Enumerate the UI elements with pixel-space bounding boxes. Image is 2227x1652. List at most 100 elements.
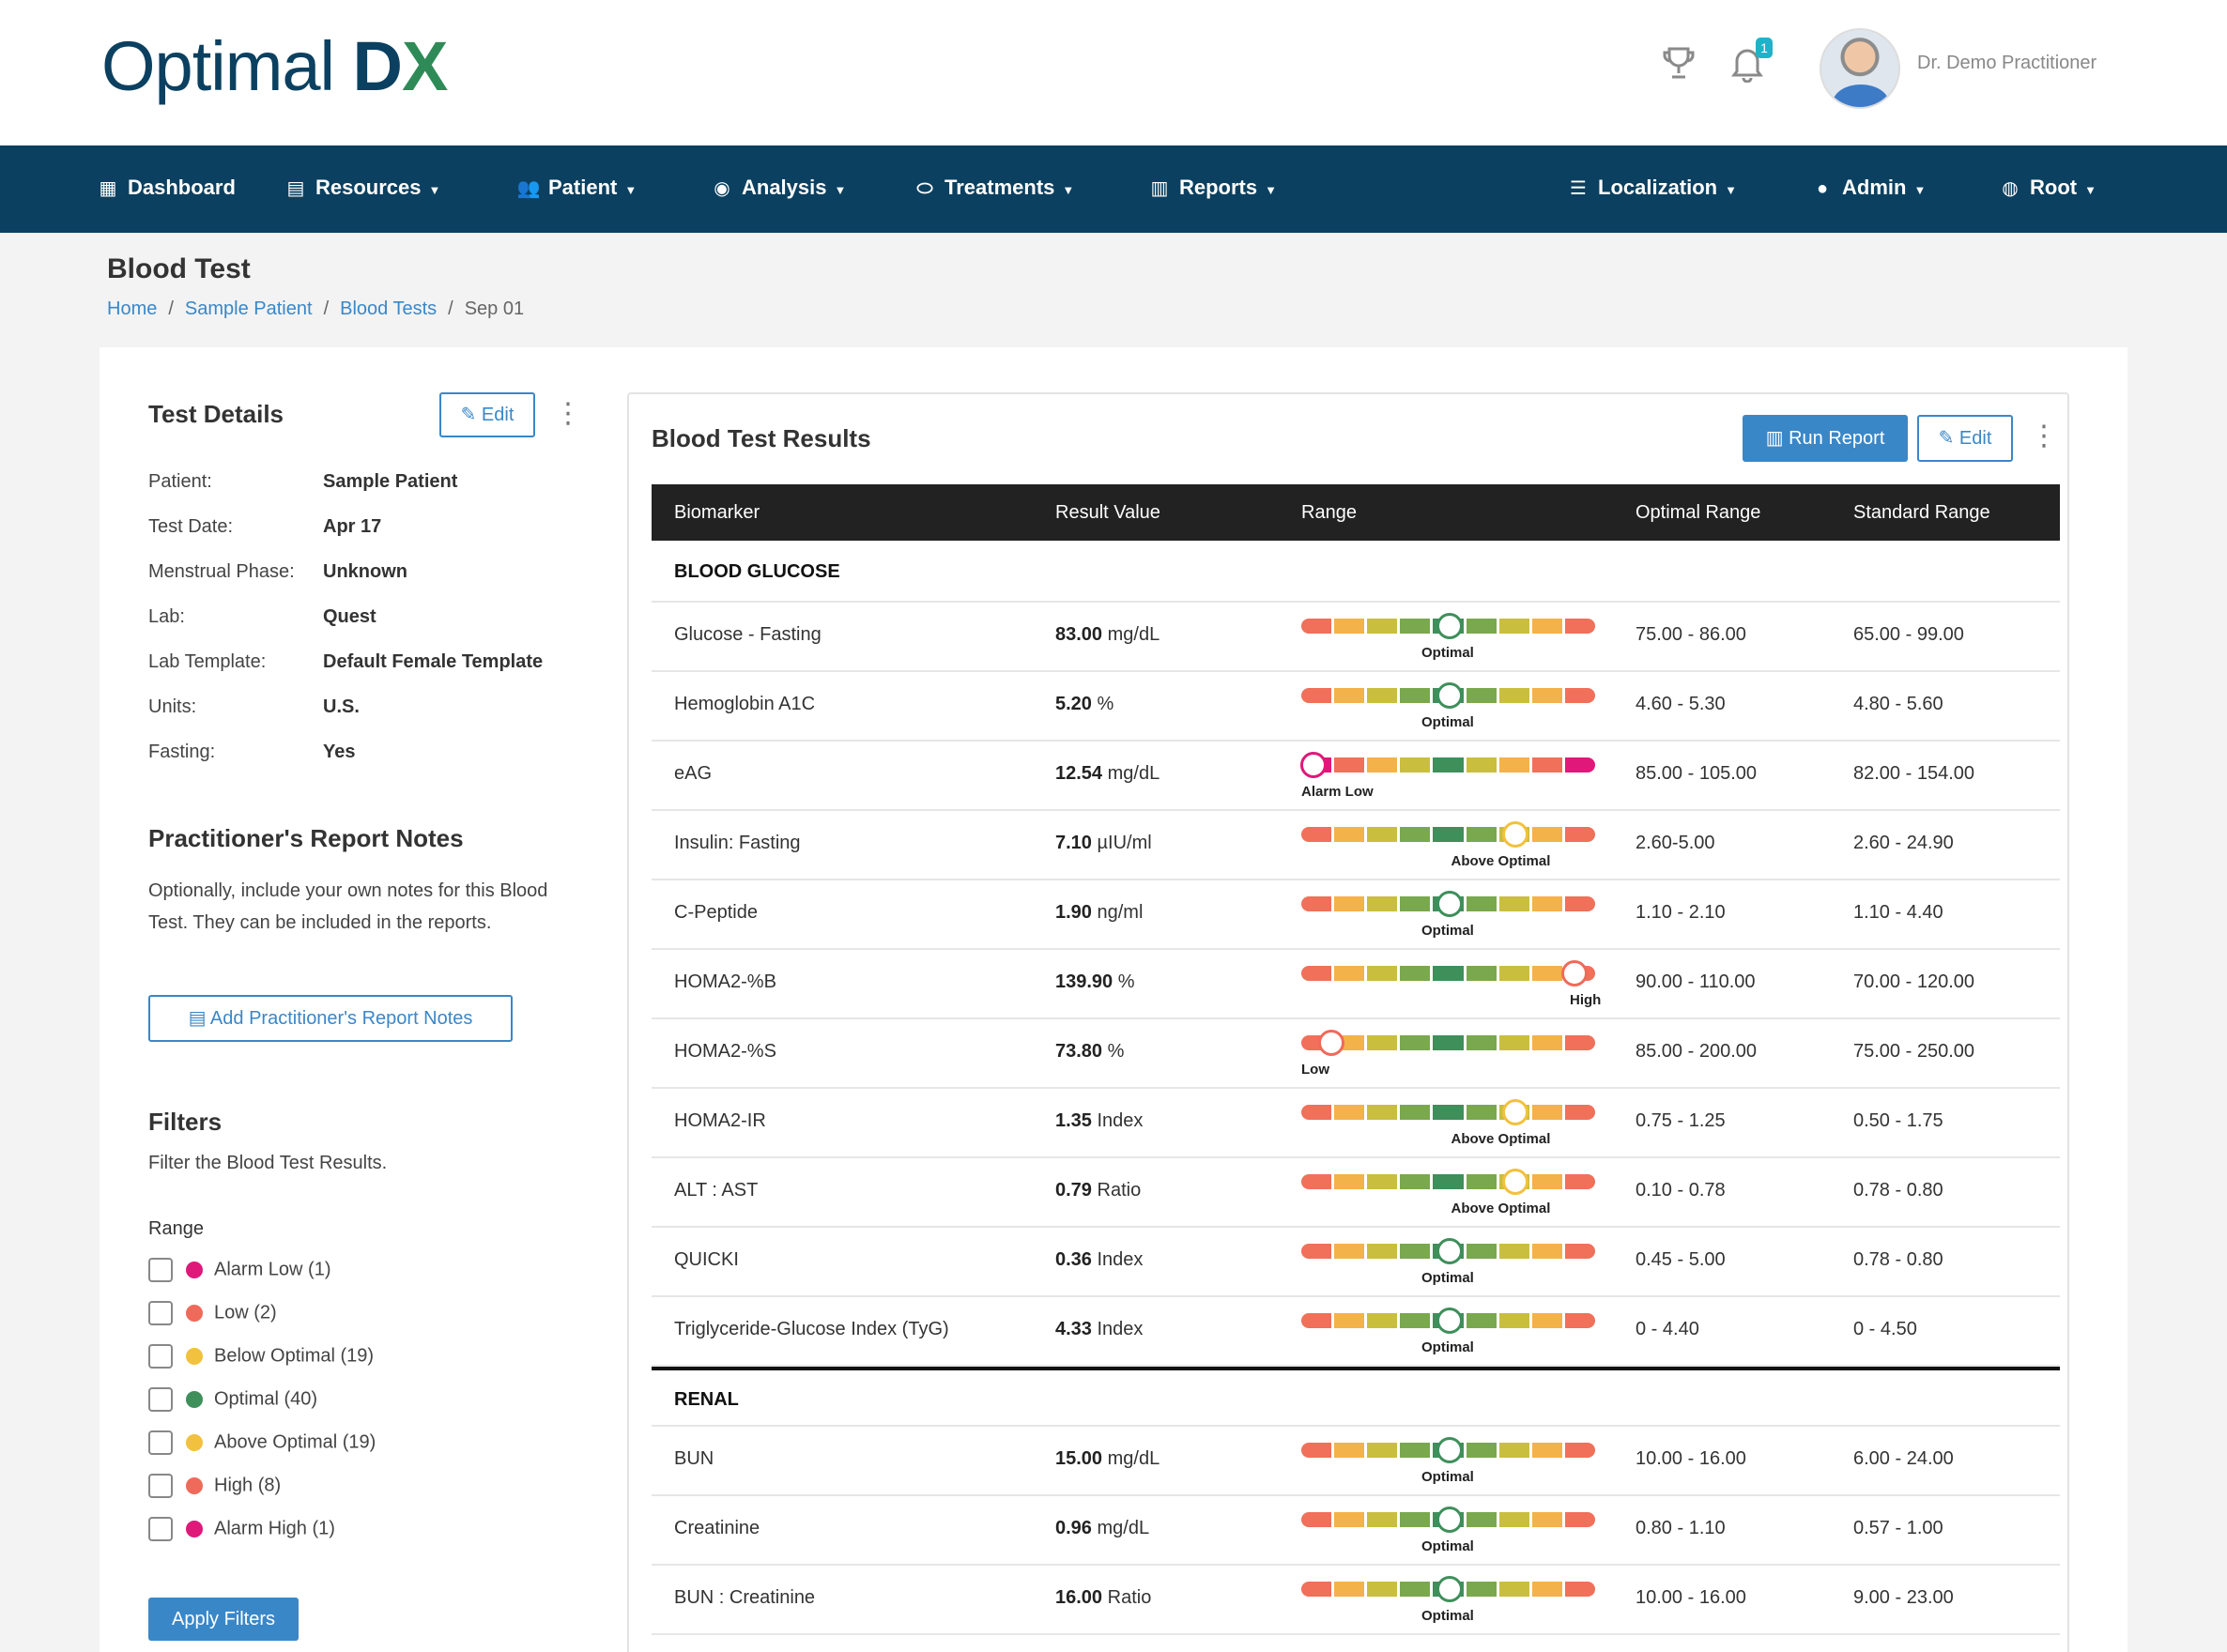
optimal-range: 10.00 - 16.00 xyxy=(1636,1587,1746,1608)
breadcrumb-patient[interactable]: Sample Patient xyxy=(185,298,313,319)
range-segment xyxy=(1334,827,1365,842)
biomarker-name: ALT : AST xyxy=(674,1180,759,1201)
app-logo[interactable]: Optimal DX xyxy=(101,26,448,106)
filter-option-label: Alarm Low (1) xyxy=(214,1259,331,1280)
nav-analysis[interactable]: ◉ Analysis ▼ xyxy=(710,176,846,200)
result-value: 1.90 ng/ml xyxy=(1055,902,1144,923)
range-bar xyxy=(1301,1030,1598,1056)
table-row[interactable]: QUICKI 0.36 Index 0.45 - 5.00 0.78 - 0.80 Op… xyxy=(652,1228,2060,1297)
avatar[interactable] xyxy=(1820,28,1900,109)
range-filter-option[interactable]: Low (2) xyxy=(148,1301,277,1329)
details-more-icon[interactable]: ⋮ xyxy=(554,400,582,428)
notes-title: Practitioner's Report Notes xyxy=(148,824,464,852)
biomarker-name: eAG xyxy=(674,763,713,784)
apply-filters-button[interactable]: Apply Filters xyxy=(148,1598,299,1641)
range-filter-option[interactable]: Alarm Low (1) xyxy=(148,1258,330,1286)
range-segment xyxy=(1400,757,1431,772)
table-row[interactable]: ALT : AST 0.79 Ratio 0.10 - 0.78 0.78 - 0.8… xyxy=(652,1158,2060,1228)
range-segment xyxy=(1466,688,1497,703)
range-segment xyxy=(1466,1035,1497,1050)
table-row[interactable]: Creatinine 0.96 mg/dL 0.80 - 1.10 0.57 - 1.… xyxy=(652,1496,2060,1566)
nav-root[interactable]: ◍ Root ▼ xyxy=(1998,176,2096,200)
range-filter-option[interactable]: Below Optimal (19) xyxy=(148,1344,374,1372)
range-segment xyxy=(1334,1244,1365,1259)
range-bar xyxy=(1301,821,1598,848)
filter-option-label: Below Optimal (19) xyxy=(214,1345,375,1367)
filter-checkbox[interactable] xyxy=(148,1344,173,1369)
range-segment xyxy=(1466,1105,1497,1120)
table-row[interactable]: Hemoglobin A1C 5.20 % 4.60 - 5.30 4.80 - 5.… xyxy=(652,672,2060,742)
table-row[interactable]: Glucose - Fasting 83.00 mg/dL 75.00 - 86.0… xyxy=(652,603,2060,672)
nav-localization[interactable]: ☰ Localization ▼ xyxy=(1566,176,1737,200)
range-segment xyxy=(1564,896,1595,911)
range-filter-option[interactable]: Optimal (40) xyxy=(148,1387,317,1415)
col-biomarker[interactable]: Biomarker xyxy=(674,502,760,524)
filter-checkbox[interactable] xyxy=(148,1387,173,1412)
nav-treatments[interactable]: ⬭ Treatments ▼ xyxy=(913,176,1074,200)
filter-checkbox[interactable] xyxy=(148,1301,173,1325)
range-segment xyxy=(1564,757,1595,772)
range-segment xyxy=(1334,1105,1365,1120)
range-segment xyxy=(1564,688,1595,703)
user-name[interactable]: Dr. Demo Practitioner xyxy=(1917,53,2096,74)
results-more-icon[interactable]: ⋮ xyxy=(2030,422,2058,451)
range-marker xyxy=(1436,1308,1463,1334)
filter-checkbox[interactable] xyxy=(148,1517,173,1541)
range-segment xyxy=(1466,827,1497,842)
detail-label: Menstrual Phase: xyxy=(148,561,295,582)
table-row[interactable]: HOMA2-IR 1.35 Index 0.75 - 1.25 0.50 - 1.75… xyxy=(652,1089,2060,1158)
filter-checkbox[interactable] xyxy=(148,1430,173,1455)
range-filter-option[interactable]: Above Optimal (19) xyxy=(148,1430,376,1459)
table-row[interactable]: BUN 15.00 mg/dL 10.00 - 16.00 6.00 - 24.00 O… xyxy=(652,1427,2060,1496)
range-filter-option[interactable]: Alarm High (1) xyxy=(148,1517,335,1545)
table-row[interactable]: BUN : Creatinine 16.00 Ratio 10.00 - 16.00… xyxy=(652,1566,2060,1635)
filter-checkbox[interactable] xyxy=(148,1258,173,1282)
results-edit-button[interactable]: ✎ Edit xyxy=(1917,415,2013,462)
optimal-range: 0.10 - 0.78 xyxy=(1636,1180,1726,1201)
group-title: RENAL xyxy=(674,1389,739,1410)
filter-option-label: Low (2) xyxy=(214,1302,277,1323)
trophy-icon[interactable] xyxy=(1662,45,1696,92)
content-panel: Test Details ✎ Edit ⋮ Patient: Sample Pat… xyxy=(100,347,2127,1652)
notes-description: Optionally, include your own notes for t… xyxy=(148,880,548,933)
table-row[interactable]: Triglyceride-Glucose Index (TyG) 4.33 Ind… xyxy=(652,1297,2060,1367)
table-row[interactable]: eAG 12.54 mg/dL 85.00 - 105.00 82.00 - 154.… xyxy=(652,742,2060,811)
nav-patient[interactable]: 👥 Patient ▼ xyxy=(516,176,637,200)
notification-badge: 1 xyxy=(1756,38,1773,58)
table-row[interactable]: HOMA2-%S 73.80 % 85.00 - 200.00 75.00 - 250… xyxy=(652,1019,2060,1089)
detail-value: Default Female Template xyxy=(323,651,544,672)
range-segment xyxy=(1367,619,1398,634)
col-range[interactable]: Range xyxy=(1301,502,1357,524)
mask-icon: ◍ xyxy=(2002,178,2019,199)
table-row[interactable]: HOMA2-%B 139.90 % 90.00 - 110.00 70.00 - 12… xyxy=(652,950,2060,1019)
standard-range: 0.78 - 0.80 xyxy=(1853,1249,1943,1270)
table-row[interactable]: C-Peptide 1.90 ng/ml 1.10 - 2.10 1.10 - 4.4… xyxy=(652,880,2060,950)
range-segment xyxy=(1498,966,1529,981)
nav-resources[interactable]: ▤ Resources ▼ xyxy=(284,176,441,200)
group-row: RENAL xyxy=(652,1367,2060,1427)
detail-value: U.S. xyxy=(323,696,360,717)
col-standard-range[interactable]: Standard Range xyxy=(1853,502,1990,524)
chevron-down-icon: ▼ xyxy=(1725,183,1737,197)
nav-reports[interactable]: ▥ Reports ▼ xyxy=(1147,176,1277,200)
nav-dashboard[interactable]: ▦ Dashboard xyxy=(96,176,236,200)
run-report-button[interactable]: ▥ Run Report xyxy=(1743,415,1908,462)
range-segment xyxy=(1367,1512,1398,1527)
range-status-label: Above Optimal xyxy=(1451,1201,1551,1216)
breadcrumb-home[interactable]: Home xyxy=(107,298,157,319)
col-result-value[interactable]: Result Value xyxy=(1055,502,1160,524)
optimal-range: 10.00 - 16.00 xyxy=(1636,1448,1746,1469)
group-title: BLOOD GLUCOSE xyxy=(674,561,840,582)
standard-range: 0.57 - 1.00 xyxy=(1853,1518,1943,1538)
table-row[interactable]: Insulin: Fasting 7.10 µIU/ml 2.60-5.00 2.60… xyxy=(652,811,2060,880)
col-optimal-range[interactable]: Optimal Range xyxy=(1636,502,1760,524)
range-marker xyxy=(1501,821,1528,848)
details-edit-button[interactable]: ✎ Edit xyxy=(439,392,535,437)
breadcrumb-blood-tests[interactable]: Blood Tests xyxy=(340,298,437,319)
optimal-range: 0.80 - 1.10 xyxy=(1636,1518,1726,1538)
range-segment xyxy=(1367,1244,1398,1259)
filter-checkbox[interactable] xyxy=(148,1474,173,1498)
nav-admin[interactable]: ● Admin ▼ xyxy=(1810,176,1926,200)
range-filter-option[interactable]: High (8) xyxy=(148,1474,281,1502)
add-notes-button[interactable]: ▤ Add Practitioner's Report Notes xyxy=(148,995,513,1042)
